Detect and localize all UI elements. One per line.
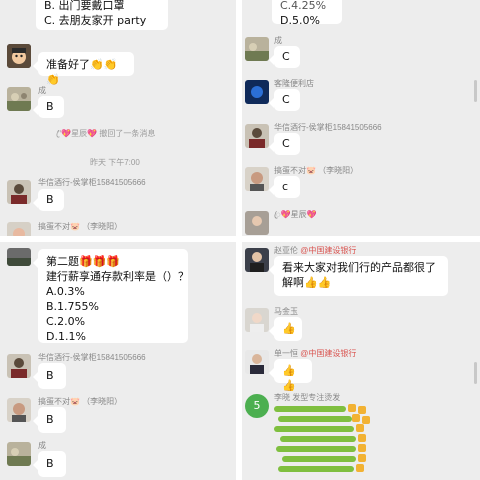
ready-message-bubble[interactable]: 准备好了👏👏👏	[33, 52, 134, 86]
sender-name-egg: 搞蛋不对🐷 （李晓阳）	[38, 397, 123, 406]
avatar-huaxin[interactable]	[7, 354, 31, 378]
thumbs-up-emoji: 👍	[282, 322, 296, 335]
sender-tag: @中国建设银行	[300, 349, 357, 358]
scrollbar[interactable]	[474, 362, 477, 384]
recall-suffix: 撤回了一条消息	[99, 129, 156, 138]
sender-name-zhao: 赵亚伦 @中国建设银行	[274, 245, 356, 256]
chat-panel-bottom-right[interactable]: 赵亚伦 @中国建设银行 看来大家对我们行的产品都很了 解啊👍👍 马金玉 👍 单一…	[242, 242, 480, 480]
answer-text: C	[282, 93, 290, 106]
answer-text: C	[282, 50, 290, 63]
sender-name-kelong: 客隆便利店	[274, 79, 314, 88]
avatar-kelong[interactable]	[245, 80, 269, 104]
sender-name-ma: 马金玉	[274, 307, 298, 316]
sender-name-egg: 搞蛋不对🐷 （李晓阳）	[274, 166, 359, 175]
sender-name-huaxin: 华信酒行-侯掌柜15841505666	[274, 123, 382, 132]
sender-name-xingchen: ꦿ💖星辰💖	[274, 210, 317, 219]
answer-bubble-cheng[interactable]: C	[269, 46, 300, 68]
option-d: D.1.1%	[46, 330, 86, 343]
answer-bubble-egg[interactable]: B	[33, 407, 66, 433]
avatar-egg[interactable]	[245, 167, 269, 191]
question-options-bubble[interactable]: C.4.25% D.5.0%	[272, 0, 342, 27]
option-c-text: C.4.25%	[280, 0, 327, 12]
option-d-text: D.5.0%	[280, 14, 320, 27]
avatar-letter: 5	[253, 399, 261, 412]
avatar-cheng[interactable]	[7, 87, 31, 111]
sender-name: 李晓	[274, 393, 290, 402]
avatar-huaxin[interactable]	[7, 180, 31, 204]
answer-text: c	[282, 180, 289, 193]
chat-panel-bottom-left[interactable]: 第二题🎁🎁🎁 建行薪享通存款利率是（）？ A.0.3% B.1.755% C.2…	[0, 242, 236, 480]
avatar-cartoon[interactable]	[7, 44, 31, 68]
option-a: A.0.3%	[46, 285, 85, 298]
recall-sender: 星辰	[71, 129, 88, 138]
message-bubble-zhao[interactable]: 看来大家对我们行的产品都很了 解啊👍👍	[269, 256, 448, 296]
answer-bubble-kelong[interactable]: C	[269, 89, 300, 111]
avatar-ma[interactable]	[245, 308, 269, 332]
sender-suffix: 发型专注烫发	[292, 393, 341, 402]
thumbs-up-emoji: 👍👍	[282, 364, 296, 392]
chat-panel-top-right[interactable]: C.4.25% D.5.0% 成 C 客隆便利店 C 华信酒行-侯掌柜15841…	[242, 0, 480, 236]
sender-name-huaxin: 华信酒行-侯掌柜15841505666	[38, 178, 146, 187]
question-bubble[interactable]: 第二题🎁🎁🎁 建行薪享通存款利率是（）？ A.0.3% B.1.755% C.2…	[33, 249, 189, 343]
answer-bubble-egg[interactable]: c	[269, 176, 300, 198]
option-b-text: B. 出门要戴口罩	[44, 0, 125, 12]
message-bubble-ma[interactable]: 👍	[269, 317, 302, 341]
answer-text: B	[46, 413, 54, 426]
avatar-egg[interactable]	[7, 222, 31, 236]
sender-tag: @中国建设银行	[300, 246, 357, 255]
answer-bubble-huaxin[interactable]: B	[33, 363, 66, 389]
sender-name: 单一恒	[274, 349, 298, 358]
avatar-egg[interactable]	[7, 398, 31, 422]
ready-text: 准备好了	[46, 58, 90, 71]
chat-panel-top-left[interactable]: B. 出门要戴口罩 C. 去朋友家开 party 准备好了👏👏👏 成 B "ꦿ💖…	[0, 0, 236, 236]
answer-text: B	[46, 457, 54, 470]
answer-text: B	[46, 193, 54, 206]
screenshot-collage: B. 出门要戴口罩 C. 去朋友家开 party 准备好了👏👏👏 成 B "ꦿ💖…	[0, 0, 480, 480]
avatar-cheng[interactable]	[245, 37, 269, 61]
answer-bubble-cheng[interactable]: B	[33, 96, 64, 118]
scrollbar[interactable]	[474, 80, 477, 102]
avatar-xingchen[interactable]	[245, 211, 269, 235]
avatar-huaxin[interactable]	[245, 124, 269, 148]
green-bamboo-sticker[interactable]	[274, 402, 370, 480]
sender-name-cheng: 成	[38, 86, 46, 95]
answer-bubble-cheng[interactable]: B	[33, 451, 66, 477]
avatar-shan[interactable]	[245, 350, 269, 374]
question-title: 第二题🎁🎁🎁	[46, 255, 121, 268]
sender-name-cheng: 成	[274, 36, 282, 45]
sender-name-cheng: 成	[38, 441, 46, 450]
avatar-li[interactable]: 5	[245, 394, 269, 418]
option-c-text: C. 去朋友家开 party	[44, 14, 147, 27]
answer-text: B	[46, 100, 54, 113]
question-options-bubble[interactable]: B. 出门要戴口罩 C. 去朋友家开 party	[36, 0, 168, 30]
answer-text: C	[282, 137, 290, 150]
option-b: B.1.755%	[46, 300, 99, 313]
answer-text: B	[46, 369, 54, 382]
answer-bubble-huaxin[interactable]: C	[269, 133, 300, 155]
message-line-1: 看来大家对我们行的产品都很了	[282, 261, 436, 274]
answer-bubble-huaxin[interactable]: B	[33, 189, 64, 211]
question-text: 建行薪享通存款利率是（）？	[46, 270, 189, 283]
option-c: C.2.0%	[46, 315, 86, 328]
message-bubble-shan[interactable]: 👍👍	[269, 359, 312, 392]
timestamp: 昨天 下午7:00	[90, 158, 140, 167]
sender-name-shan: 单一恒 @中国建设银行	[274, 348, 356, 359]
sender-name-huaxin: 华信酒行-侯掌柜15841505666	[38, 353, 146, 362]
sender-name: 赵亚伦	[274, 246, 298, 255]
recall-notice: "ꦿ💖星辰💖 撤回了一条消息	[56, 129, 156, 138]
avatar-zhao[interactable]	[245, 248, 269, 272]
sender-name-egg: 搞蛋不对🐷 （李晓阳）	[38, 222, 123, 231]
avatar-cheng[interactable]	[7, 442, 31, 466]
message-line-2: 解啊👍👍	[282, 276, 332, 289]
avatar-cut[interactable]	[7, 248, 31, 266]
